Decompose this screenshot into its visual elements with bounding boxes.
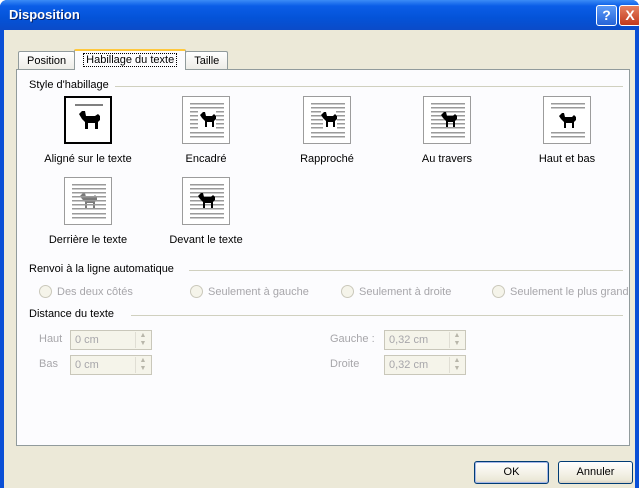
radio-right-only[interactable]: Seulement à droite — [341, 285, 451, 298]
inline-wrap-icon — [64, 96, 112, 144]
divider — [131, 315, 623, 316]
tab-panel: Style d'habillage Aligné sur le texte En… — [16, 69, 630, 446]
renvoi-heading: Renvoi à la ligne automatique — [29, 263, 174, 275]
wrap-option-behind[interactable]: Derrière le texte — [28, 177, 148, 246]
wrap-option-label: Rapproché — [300, 153, 354, 165]
wrap-option-label: Aligné sur le texte — [44, 153, 132, 165]
tight-wrap-icon — [303, 96, 351, 144]
wrap-option-tight[interactable]: Rapproché — [267, 96, 387, 165]
wrap-option-in-front[interactable]: Devant le texte — [146, 177, 266, 246]
radio-both-sides[interactable]: Des deux côtés — [39, 285, 133, 298]
spinner-arrows[interactable]: ▲ ▼ — [449, 357, 464, 373]
droite-value: 0,32 cm — [389, 359, 429, 371]
radio-circle — [39, 285, 52, 298]
wrap-option-label: Au travers — [421, 153, 473, 165]
gauche-label: Gauche : — [330, 333, 375, 345]
top-bottom-wrap-icon — [543, 96, 591, 144]
radio-largest-only[interactable]: Seulement le plus grand — [492, 285, 629, 298]
distance-heading: Distance du texte — [29, 308, 114, 320]
bas-value: 0 cm — [75, 359, 99, 371]
droite-spinner[interactable]: 0,32 cm ▲ ▼ — [384, 355, 466, 375]
bas-label: Bas — [39, 358, 58, 370]
square-wrap-icon — [182, 96, 230, 144]
ok-button[interactable]: OK — [474, 461, 549, 484]
help-icon[interactable]: ? — [596, 5, 617, 26]
wrap-option-label: Haut et bas — [538, 153, 596, 165]
tab-habillage[interactable]: Habillage du texte — [74, 49, 187, 70]
radio-circle — [190, 285, 203, 298]
spinner-arrows[interactable]: ▲ ▼ — [449, 332, 464, 348]
in-front-text-icon — [182, 177, 230, 225]
gauche-value: 0,32 cm — [389, 334, 429, 346]
bas-spinner[interactable]: 0 cm ▲ ▼ — [70, 355, 152, 375]
radio-label: Seulement à gauche — [208, 285, 309, 298]
divider — [115, 86, 623, 87]
haut-label: Haut — [39, 333, 63, 345]
tab-strip: Position Habillage du texte Taille — [18, 49, 229, 70]
wrap-option-square[interactable]: Encadré — [146, 96, 266, 165]
wrap-option-label: Encadré — [185, 153, 227, 165]
spinner-arrows[interactable]: ▲ ▼ — [135, 357, 150, 373]
haut-value: 0 cm — [75, 334, 99, 346]
wrap-option-through[interactable]: Au travers — [387, 96, 507, 165]
wrap-option-label: Derrière le texte — [48, 234, 128, 246]
tab-taille[interactable]: Taille — [185, 51, 229, 70]
radio-circle — [341, 285, 354, 298]
behind-text-icon — [64, 177, 112, 225]
through-wrap-icon — [423, 96, 471, 144]
radio-circle — [492, 285, 505, 298]
droite-label: Droite — [330, 358, 360, 370]
wrap-option-top-bottom[interactable]: Haut et bas — [507, 96, 627, 165]
cancel-button[interactable]: Annuler — [558, 461, 633, 484]
spinner-arrows[interactable]: ▲ ▼ — [135, 332, 150, 348]
divider — [189, 270, 623, 271]
dialog-window: Disposition ? X Position Habillage du te… — [0, 0, 639, 488]
dialog-body: Position Habillage du texte Taille Style… — [4, 30, 635, 488]
radio-label: Des deux côtés — [57, 285, 133, 298]
style-heading: Style d'habillage — [29, 79, 109, 91]
radio-label: Seulement le plus grand — [510, 285, 629, 298]
close-icon[interactable]: X — [619, 5, 639, 26]
tab-position[interactable]: Position — [18, 51, 76, 70]
wrap-option-inline[interactable]: Aligné sur le texte — [28, 96, 148, 165]
haut-spinner[interactable]: 0 cm ▲ ▼ — [70, 330, 152, 350]
radio-label: Seulement à droite — [359, 285, 452, 298]
wrap-option-label: Devant le texte — [169, 234, 243, 246]
radio-left-only[interactable]: Seulement à gauche — [190, 285, 309, 298]
dialog-title: Disposition — [9, 7, 80, 22]
gauche-spinner[interactable]: 0,32 cm ▲ ▼ — [384, 330, 466, 350]
title-bar[interactable]: Disposition ? X — [0, 0, 639, 30]
